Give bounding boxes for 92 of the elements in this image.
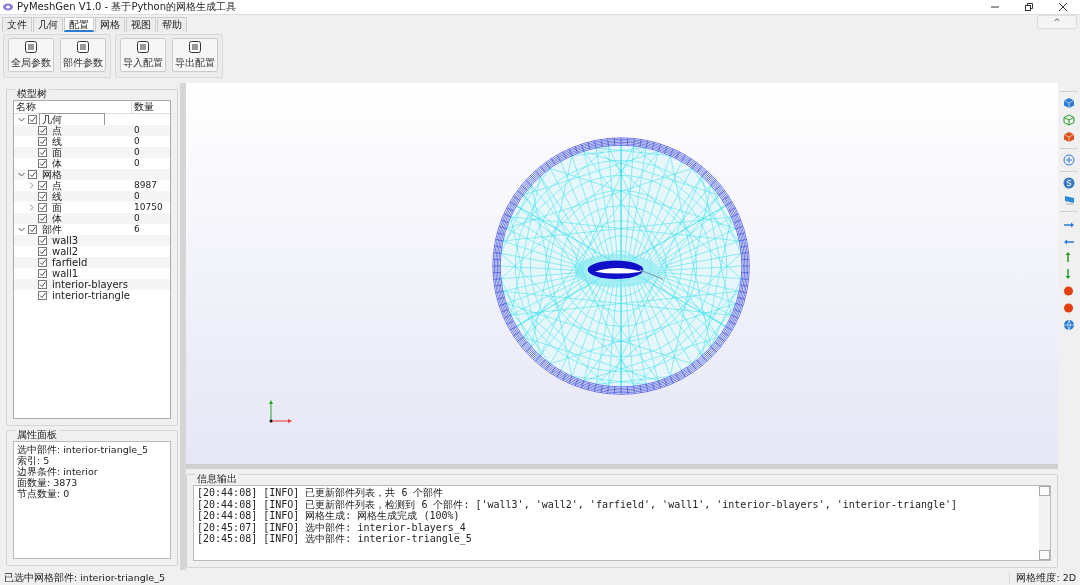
checkbox[interactable]: [38, 258, 47, 267]
checkbox[interactable]: [38, 181, 47, 190]
log-line: [20:44:08] [INFO] 网格生成: 网格生成完成 (100%): [197, 510, 460, 522]
count-cell-text: 0: [133, 136, 141, 147]
count-cell-text: 8987: [133, 180, 158, 191]
checkbox[interactable]: [38, 137, 47, 146]
app-icon: [3, 3, 13, 11]
chevron-down-icon[interactable]: [17, 226, 25, 233]
checkbox[interactable]: [38, 192, 47, 201]
checkbox[interactable]: [38, 159, 47, 168]
dot-icon[interactable]: [1063, 285, 1075, 297]
property-line: 边界条件: interior: [17, 466, 99, 477]
window-title: PyMeshGen V1.0 - 基于Python的网格生成工具: [17, 1, 238, 13]
dot-icon[interactable]: [1063, 302, 1075, 314]
scroll-down-button[interactable]: [1039, 550, 1050, 560]
tree-item[interactable]: 面: [49, 201, 65, 214]
tree-item[interactable]: 点: [49, 179, 65, 192]
cube-icon[interactable]: [1063, 97, 1075, 109]
tree-item[interactable]: 部件: [39, 223, 65, 236]
checkbox[interactable]: [28, 115, 37, 124]
document-icon: [25, 40, 37, 53]
document-icon: [137, 40, 149, 53]
tree-item[interactable]: 网格: [39, 168, 65, 181]
menu-tab[interactable]: 配置: [64, 17, 94, 32]
status-text: 已选中网格部件: interior-triangle_5: [4, 571, 165, 584]
minimize-icon[interactable]: [991, 3, 999, 11]
menu-tab[interactable]: 视图: [126, 17, 156, 32]
globe-icon[interactable]: [1063, 319, 1075, 331]
monitor-icon[interactable]: [1063, 194, 1075, 206]
checkbox[interactable]: [38, 126, 47, 135]
chevron-down-icon[interactable]: [17, 116, 25, 123]
column-header[interactable]: 数量: [131, 101, 170, 113]
count-cell-text: 0: [133, 158, 141, 169]
tree-item[interactable]: 体: [49, 212, 65, 225]
checkbox[interactable]: [28, 225, 37, 234]
count-cell-text: 0: [133, 147, 141, 158]
collapse-ribbon-button[interactable]: ^: [1037, 15, 1077, 29]
tree-item[interactable]: 点: [49, 124, 65, 137]
status-text: 网格维度: 2D: [1009, 571, 1076, 584]
tree-item[interactable]: 线: [49, 135, 65, 148]
zoom-fit-icon[interactable]: [1063, 154, 1075, 166]
checkbox[interactable]: [38, 280, 47, 289]
panel-title: 属性面板: [15, 429, 59, 440]
refresh-icon[interactable]: [1063, 177, 1075, 189]
property-line: 选中部件: interior-triangle_5: [17, 444, 149, 455]
tree-item[interactable]: interior-triangle: [49, 289, 133, 302]
menu-tab[interactable]: 文件: [2, 17, 32, 32]
count-cell-text: 0: [133, 125, 141, 136]
document-icon: [77, 40, 89, 53]
tree-item[interactable]: 线: [49, 190, 65, 203]
menu-tab[interactable]: 网格: [95, 17, 125, 32]
property-line: 节点数量: 0: [17, 488, 71, 499]
tree-item[interactable]: wall2: [49, 245, 82, 258]
log-line: [20:44:08] [INFO] 已更新部件列表，共 6 个部件: [197, 487, 445, 499]
scrollbar[interactable]: [1039, 486, 1050, 560]
scroll-up-button[interactable]: [1039, 486, 1050, 496]
checkbox[interactable]: [38, 269, 47, 278]
menu-tab[interactable]: 几何: [33, 17, 63, 32]
log-line: [20:45:07] [INFO] 选中部件: interior-blayers_4: [197, 521, 466, 533]
cube-icon[interactable]: [1063, 114, 1075, 126]
tree-item[interactable]: wall1: [49, 267, 82, 280]
count-cell-text: 0: [133, 191, 141, 202]
panel-title: 信息输出: [195, 473, 239, 484]
ribbon-button[interactable]: 导出配置: [172, 38, 218, 72]
count-cell-text: 0: [133, 213, 141, 224]
property-line: 面数量: 3873: [17, 477, 79, 488]
axes-icon: [268, 398, 294, 424]
column-header[interactable]: 名称: [14, 101, 131, 113]
count-cell-text: 6: [133, 224, 141, 235]
log-line: [20:44:08] [INFO] 已更新部件列表，检测到 6 个部件: ['wall3', 'wall2', 'farfield', 'wall1', 'interior-blayers', 'interior-triangle']: [197, 498, 959, 510]
ribbon-button[interactable]: 导入配置: [120, 38, 166, 72]
checkbox[interactable]: [28, 170, 37, 179]
count-cell-text: 10750: [133, 202, 164, 213]
ribbon-button[interactable]: 全局参数: [8, 38, 54, 72]
tree-item[interactable]: 面: [49, 146, 65, 159]
tree-item[interactable]: 体: [49, 157, 65, 170]
cube-icon[interactable]: [1063, 131, 1075, 143]
checkbox[interactable]: [38, 203, 47, 212]
document-icon: [189, 40, 201, 53]
restore-icon[interactable]: [1025, 3, 1033, 11]
checkbox[interactable]: [38, 148, 47, 157]
property-line: 索引: 5: [17, 455, 51, 466]
close-icon[interactable]: [1059, 3, 1067, 11]
ribbon-button[interactable]: 部件参数: [60, 38, 106, 72]
checkbox[interactable]: [38, 291, 47, 300]
chevron-down-icon[interactable]: [17, 171, 25, 178]
panel-title: 模型树: [15, 88, 49, 99]
checkbox[interactable]: [38, 214, 47, 223]
checkbox[interactable]: [38, 247, 47, 256]
log-line: [20:45:08] [INFO] 选中部件: interior-triangle_5: [197, 533, 473, 545]
checkbox[interactable]: [38, 236, 47, 245]
menu-tab[interactable]: 帮助: [157, 17, 187, 32]
